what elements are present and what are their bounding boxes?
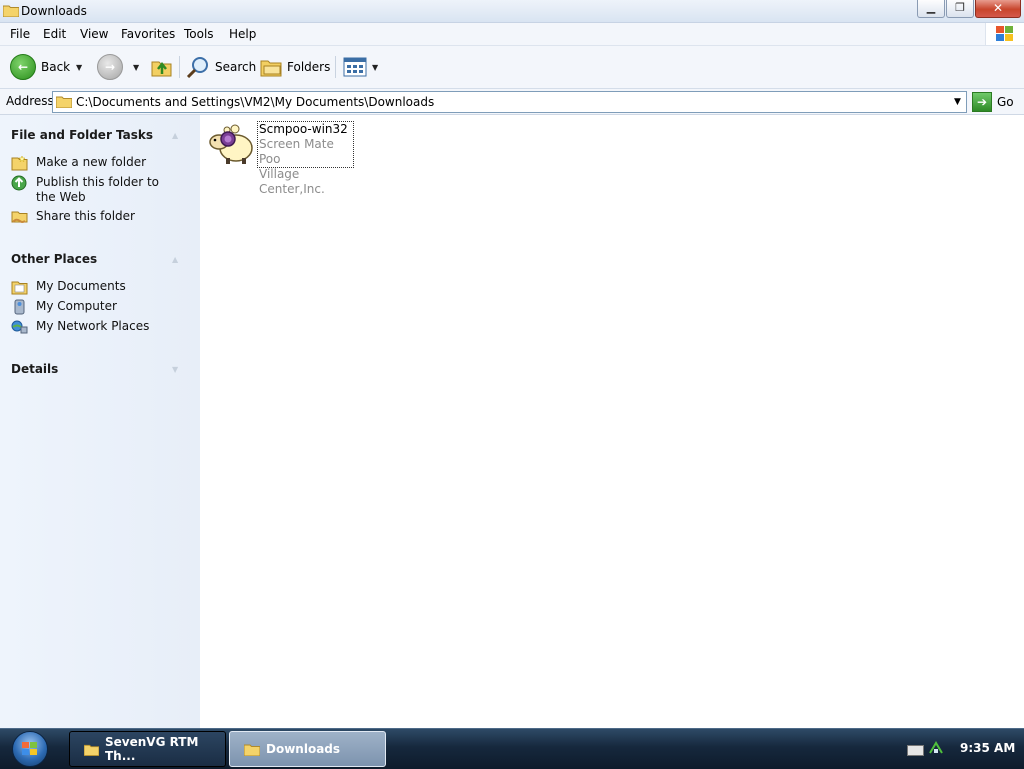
folder-icon [56,96,72,108]
task-pane: File and Folder Tasks ▲ Make a new folde… [0,115,200,728]
menu-help[interactable]: Help [229,27,256,41]
taskbar: SevenVG RTM Th... Downloads 9:35 AM [0,728,1024,769]
collapse-chevron-icon[interactable]: ▲ [172,131,178,140]
task-label: Publish this folder to the Web [36,175,159,204]
go-arrow-icon: ➔ [972,92,992,112]
windows-logo [985,23,1024,45]
file-label: Scmpoo-win32 Screen Mate Poo Village Cen… [257,121,354,196]
back-label: Back [41,60,71,74]
menu-tools[interactable]: Tools [184,27,214,41]
forward-dropdown-icon[interactable]: ▼ [133,55,139,79]
toolbar-separator [335,56,336,78]
search-button[interactable]: Search [186,55,256,79]
place-label: My Network Places [36,319,150,333]
views-icon [343,57,367,77]
close-button[interactable]: ✕ [975,0,1021,18]
menu-view[interactable]: View [80,27,108,41]
expand-chevron-icon[interactable]: ▼ [172,365,178,374]
task-label: Share this folder [36,209,135,223]
new-folder-icon [11,155,28,171]
file-name: Scmpoo-win32 [259,122,348,136]
place-my-documents[interactable]: My Documents [11,279,181,295]
minimize-button[interactable]: ▁ [917,0,945,18]
file-folder-tasks-header[interactable]: File and Folder Tasks [11,128,153,142]
up-folder-icon [151,61,172,77]
menu-file[interactable]: File [10,27,30,41]
file-description: Screen Mate Poo [259,137,334,166]
folder-icon [84,744,99,756]
publish-web-icon [11,175,27,191]
network-places-icon [11,320,28,334]
task-share-folder[interactable]: Share this folder [11,209,181,225]
details-header[interactable]: Details [11,362,58,376]
minimize-icon: ▁ [926,1,936,14]
back-dropdown-icon[interactable]: ▼ [76,55,82,79]
close-icon: ✕ [992,1,1004,15]
address-input[interactable]: C:\Documents and Settings\VM2\My Documen… [52,91,967,113]
my-computer-icon [14,299,25,315]
forward-arrow-icon: → [97,54,123,80]
network-tray-icon[interactable] [929,741,943,755]
search-label: Search [215,60,257,74]
restore-button[interactable]: ❐ [946,0,974,18]
title-bar[interactable]: Downloads ▁ ❐ ✕ [0,0,1024,23]
go-label: Go [997,95,1014,109]
restore-icon: ❐ [955,1,965,14]
folders-label: Folders [287,60,331,74]
address-label: Address [6,94,54,108]
place-my-computer[interactable]: My Computer [11,299,181,315]
address-dropdown-icon[interactable]: ▼ [949,92,966,112]
windows-flag-icon [22,742,37,755]
menu-bar: File Edit View Favorites Tools Help [0,23,1024,46]
other-places-header[interactable]: Other Places [11,252,97,266]
go-button[interactable]: ➔ Go [972,92,1014,112]
place-label: My Documents [36,279,126,293]
taskbar-button-sevenvg[interactable]: SevenVG RTM Th... [69,731,226,767]
taskbar-button-label: Downloads [266,742,341,756]
share-folder-icon [11,211,28,223]
toolbar: ← Back ▼ → ▼ Search Folders ▼ [0,46,1024,89]
forward-button[interactable]: → [97,54,123,80]
window-title: Downloads [21,4,87,18]
up-folder-button[interactable] [151,55,173,79]
keyboard-icon[interactable] [907,745,924,756]
task-make-new-folder[interactable]: Make a new folder [11,155,181,171]
taskbar-button-label: SevenVG RTM Th... [105,735,199,763]
clock[interactable]: 9:35 AM [960,741,1015,755]
place-my-network[interactable]: My Network Places [11,319,181,335]
back-button[interactable]: ← Back [10,54,71,80]
file-list[interactable]: Scmpoo-win32 Screen Mate Poo Village Cen… [200,115,1024,728]
collapse-chevron-icon[interactable]: ▲ [172,255,178,264]
my-documents-icon [11,281,28,295]
views-button[interactable]: ▼ [343,55,378,79]
address-bar: Address C:\Documents and Settings\VM2\My… [0,89,1024,115]
window-controls: ▁ ❐ ✕ [917,0,1021,18]
file-company: Village Center,Inc. [259,167,325,196]
task-publish-folder[interactable]: Publish this folder to the Web [11,175,181,205]
folders-icon [260,60,282,77]
address-path: C:\Documents and Settings\VM2\My Documen… [76,95,435,109]
place-label: My Computer [36,299,117,313]
start-button[interactable] [12,731,48,767]
menu-favorites[interactable]: Favorites [121,27,175,41]
views-dropdown-icon: ▼ [372,62,379,72]
windows-flag-icon [996,26,1013,41]
taskbar-button-downloads[interactable]: Downloads [229,731,386,767]
toolbar-separator [179,56,180,78]
search-icon [186,57,208,78]
folder-icon [244,744,260,756]
back-arrow-icon: ← [10,54,36,80]
folders-button[interactable]: Folders [260,55,330,79]
task-label: Make a new folder [36,155,147,169]
folder-icon [3,5,19,17]
menu-edit[interactable]: Edit [43,27,66,41]
sheep-app-icon [209,124,253,164]
